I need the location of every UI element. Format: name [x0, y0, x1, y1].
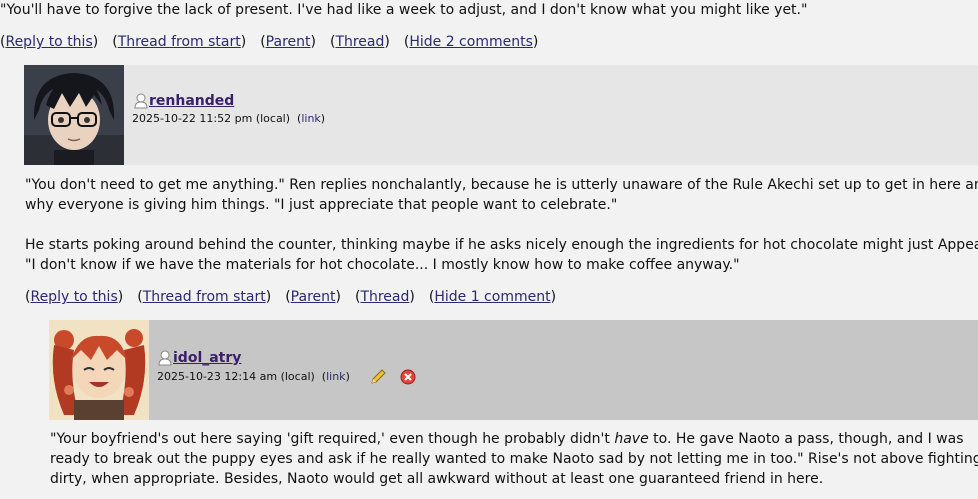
- hide-comments-link[interactable]: Hide 2 comments: [409, 34, 533, 50]
- timestamp-text: 2025-10-23 12:14 am (local): [157, 370, 315, 383]
- delete-icon[interactable]: [400, 369, 416, 389]
- thread-link[interactable]: Thread: [360, 289, 409, 305]
- comment-timestamp: 2025-10-22 11:52 pm (local) (link): [132, 112, 326, 125]
- comment-body-renhanded: "You don't need to get me anything." Ren…: [25, 175, 978, 275]
- parent-link[interactable]: Parent: [266, 34, 311, 50]
- text-run: to. He gave Naoto a pass, though, and I …: [648, 431, 964, 447]
- comment-timestamp: 2025-10-23 12:14 am (local) (link): [157, 370, 350, 383]
- hide-comments-link[interactable]: Hide 1 comment: [434, 289, 550, 305]
- comment-line: "Your boyfriend's out here saying 'gift …: [50, 429, 978, 449]
- user-icon: [158, 350, 172, 370]
- comment-header-idol-atry: idol_atry 2025-10-23 12:14 am (local) (l…: [49, 320, 978, 420]
- comment-line: dirty, when appropriate. Besides, Naoto …: [50, 471, 824, 487]
- reply-to-this-link[interactable]: Reply to this: [30, 289, 117, 305]
- top-comment-text: "You'll have to forgive the lack of pres…: [0, 2, 808, 18]
- comment-header-renhanded: renhanded 2025-10-22 11:52 pm (local) (l…: [24, 65, 978, 165]
- paragraph-spacer: [25, 215, 978, 235]
- comment-line: "You don't need to get me anything." Ren…: [25, 177, 978, 193]
- comment-body-idol-atry: "Your boyfriend's out here saying 'gift …: [50, 429, 978, 489]
- emphasis-text: have: [614, 431, 649, 447]
- comment1-links: (Reply to this) (Thread from start) (Paren…: [25, 289, 557, 305]
- permalink[interactable]: link: [301, 112, 320, 125]
- permalink[interactable]: link: [326, 370, 345, 383]
- edit-pencil-icon[interactable]: [370, 368, 387, 389]
- text-run: "Your boyfriend's out here saying 'gift …: [50, 431, 615, 447]
- username-link[interactable]: idol_atry: [173, 350, 241, 366]
- thread-from-start-link[interactable]: Thread from start: [143, 289, 266, 305]
- thread-link[interactable]: Thread: [335, 34, 384, 50]
- thread-from-start-link[interactable]: Thread from start: [118, 34, 241, 50]
- user-icon: [134, 93, 148, 113]
- username-link[interactable]: renhanded: [149, 93, 234, 109]
- timestamp-text: 2025-10-22 11:52 pm (local): [132, 112, 291, 125]
- comment-line: ready to break out the puppy eyes and as…: [50, 451, 978, 467]
- comment-line: why everyone is giving him things. "I ju…: [25, 197, 618, 213]
- parent-link[interactable]: Parent: [291, 289, 336, 305]
- comment-line: He starts poking around behind the count…: [25, 237, 978, 253]
- avatar[interactable]: [49, 320, 149, 420]
- reply-to-this-link[interactable]: Reply to this: [5, 34, 92, 50]
- comment-line: "I don't know if we have the materials f…: [25, 257, 740, 273]
- avatar[interactable]: [24, 65, 124, 165]
- top-comment-links: (Reply to this) (Thread from start) (Paren…: [0, 34, 539, 50]
